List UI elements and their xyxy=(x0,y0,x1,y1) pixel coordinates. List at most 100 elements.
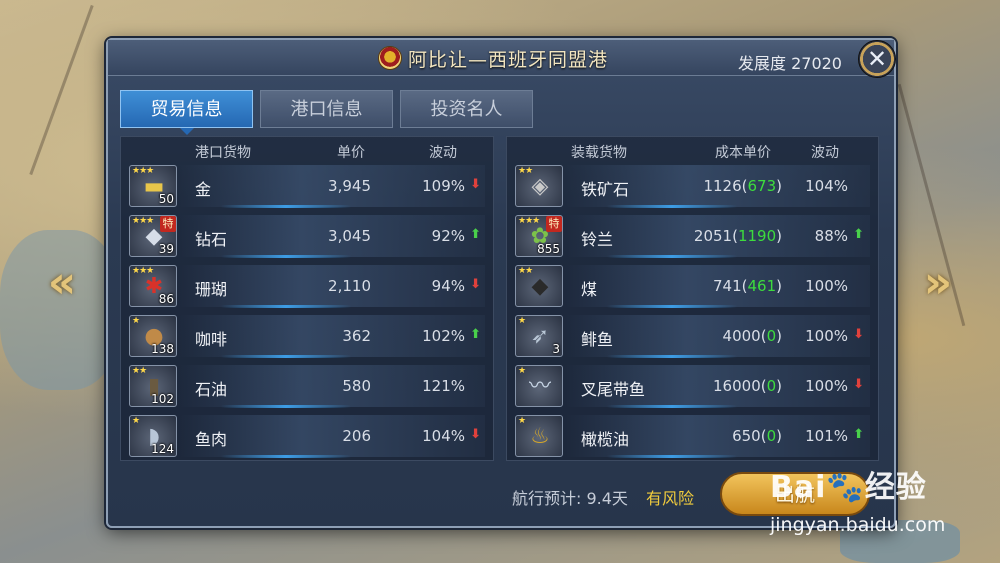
rarity-stars: ★★ xyxy=(132,366,147,376)
goods-name: 鱼肉 xyxy=(195,430,228,449)
table-row[interactable]: ◈ ★★ 铁矿石 1126(673) 104% xyxy=(507,161,878,210)
table-row[interactable]: ♨ ★ 橄榄油 650(0) 101% ⬆ xyxy=(507,411,878,460)
fluctuation-value: 121% xyxy=(422,377,465,395)
row-highlight xyxy=(607,205,737,208)
rarity-stars: ★ xyxy=(518,366,526,376)
tab-port-info[interactable]: 港口信息 xyxy=(260,90,393,128)
goods-name: 叉尾带鱼 xyxy=(581,380,646,399)
table-row[interactable]: ◆ ★★ 煤 741(461) 100% xyxy=(507,261,878,310)
cost-price: 4000(0) xyxy=(722,327,782,345)
fluctuation-value: 88% xyxy=(814,227,848,245)
cost-price-main: 741 xyxy=(713,277,742,295)
coal-icon: ◆ ★★ xyxy=(515,265,563,307)
voyage-estimate: 航行预计: 9.4天 xyxy=(512,489,628,508)
active-tab-indicator xyxy=(180,128,194,135)
cost-price-paren: 461 xyxy=(747,277,777,295)
cost-price: 741(461) xyxy=(713,277,782,295)
cost-price-main: 1126 xyxy=(703,177,742,195)
trend-down-icon: ⬇ xyxy=(853,327,864,342)
goods-name: 珊瑚 xyxy=(195,280,228,299)
col-header-goods: 装载货物 xyxy=(571,145,627,161)
fish-meat-icon: ◗ ★ 124 xyxy=(129,415,177,457)
item-quantity: 39 xyxy=(158,242,174,256)
row-highlight xyxy=(221,405,351,408)
goods-name: 铁矿石 xyxy=(581,180,630,199)
item-quantity: 86 xyxy=(158,292,174,306)
coffee-beans-icon: ● ★ 138 xyxy=(129,315,177,357)
herring-icon: ➶ ★ 3 xyxy=(515,315,563,357)
table-row[interactable]: ◗ ★ 124 鱼肉 206 104% ⬇ xyxy=(121,411,493,460)
row-highlight xyxy=(607,455,737,458)
table-row[interactable]: ◆ ★★★ 39 特钻石 3,045 92% ⬆ xyxy=(121,211,493,260)
cost-price-paren: 673 xyxy=(747,177,777,195)
table-row[interactable]: ➶ ★ 3 鲱鱼 4000(0) 100% ⬇ xyxy=(507,311,878,360)
row-highlight xyxy=(607,305,737,308)
col-header-fluct: 波动 xyxy=(811,145,839,161)
table-row[interactable]: ▮ ★★ 102 石油 580 121% xyxy=(121,361,493,410)
table-row[interactable]: 〰 ★ 叉尾带鱼 16000(0) 100% ⬇ xyxy=(507,361,878,410)
table-row[interactable]: ✿ ★★★ 855 特铃兰 2051(1190) 88% ⬆ xyxy=(507,211,878,260)
rarity-stars: ★★★ xyxy=(518,216,540,226)
fluctuation-value: 104% xyxy=(422,427,465,445)
goods-name: 石油 xyxy=(195,380,228,399)
trend-up-icon: ⬆ xyxy=(853,227,864,242)
diamond-icon: ◆ ★★★ 39 特 xyxy=(129,215,177,257)
iron-ore-icon: ◈ ★★ xyxy=(515,165,563,207)
unit-price: 3,945 xyxy=(328,177,371,195)
table-row[interactable]: ● ★ 138 咖啡 362 102% ⬆ xyxy=(121,311,493,360)
specialty-badge: 特 xyxy=(160,216,176,232)
goods-name: 鲱鱼 xyxy=(581,330,614,349)
panel-title: 阿比让—西班牙同盟港 xyxy=(408,49,609,71)
unit-price: 580 xyxy=(342,377,371,395)
cost-price-main: 16000 xyxy=(713,377,761,395)
trend-up-icon: ⬆ xyxy=(853,427,864,442)
table-row[interactable]: ▬ ★★★ 50 金 3,945 109% ⬇ xyxy=(121,161,493,210)
tab-investors[interactable]: 投资名人 xyxy=(400,90,533,128)
unit-price: 2,110 xyxy=(328,277,371,295)
coral-icon: ✱ ★★★ 86 xyxy=(129,265,177,307)
trade-panel: 阿比让—西班牙同盟港 发展度 27020 ✕ 贸易信息 港口信息 投资名人 港口… xyxy=(106,38,896,528)
cost-price-main: 4000 xyxy=(722,327,761,345)
rarity-stars: ★★★ xyxy=(132,166,154,176)
goods-name: 铃兰 xyxy=(581,230,614,249)
fluctuation-value: 100% xyxy=(805,327,848,345)
cost-price: 16000(0) xyxy=(713,377,782,395)
specialty-badge: 特 xyxy=(546,216,562,232)
fluctuation-value: 101% xyxy=(805,427,848,445)
prev-port-arrow-icon[interactable]: « xyxy=(40,255,84,311)
herring-icon: ➶ xyxy=(530,324,550,349)
trend-up-icon: ⬆ xyxy=(470,327,481,342)
row-highlight xyxy=(221,205,351,208)
goods-name: 橄榄油 xyxy=(581,430,630,449)
next-port-arrow-icon[interactable]: » xyxy=(916,255,960,311)
fluctuation-value: 102% xyxy=(422,327,465,345)
fluctuation-value: 92% xyxy=(431,227,465,245)
port-emblem-icon xyxy=(378,46,402,70)
cost-price-main: 2051 xyxy=(693,227,733,245)
row-highlight xyxy=(607,255,737,258)
close-button[interactable]: ✕ xyxy=(858,40,896,78)
table-row[interactable]: ✱ ★★★ 86 珊瑚 2,110 94% ⬇ xyxy=(121,261,493,310)
item-quantity: 3 xyxy=(552,342,560,356)
fluctuation-value: 100% xyxy=(805,277,848,295)
baidu-watermark: Bai🐾经验 jingyan.baidu.com xyxy=(770,462,995,557)
trend-down-icon: ⬇ xyxy=(470,177,481,192)
row-highlight xyxy=(607,405,737,408)
unit-price: 206 xyxy=(342,427,371,445)
rarity-stars: ★ xyxy=(518,316,526,326)
cost-price-paren: 0 xyxy=(766,427,777,445)
item-quantity: 124 xyxy=(151,442,174,456)
item-quantity: 50 xyxy=(158,192,174,206)
col-header-cost: 成本单价 xyxy=(715,145,771,161)
row-highlight xyxy=(221,305,351,308)
row-highlight xyxy=(221,455,351,458)
trend-up-icon: ⬆ xyxy=(470,227,481,242)
rarity-stars: ★ xyxy=(518,416,526,426)
oil-barrel-icon: ▮ ★★ 102 xyxy=(129,365,177,407)
gold-bar-icon: ▬ ★★★ 50 xyxy=(129,165,177,207)
item-quantity: 102 xyxy=(151,392,174,406)
goods-name: 咖啡 xyxy=(195,330,228,349)
loaded-goods-table: 装载货物 成本单价 波动 ◈ ★★ 铁矿石 1126(673) 104% ✿ ★★★ 855 特… xyxy=(506,136,879,461)
tab-trade-info[interactable]: 贸易信息 xyxy=(120,90,253,128)
map-road xyxy=(29,4,94,176)
